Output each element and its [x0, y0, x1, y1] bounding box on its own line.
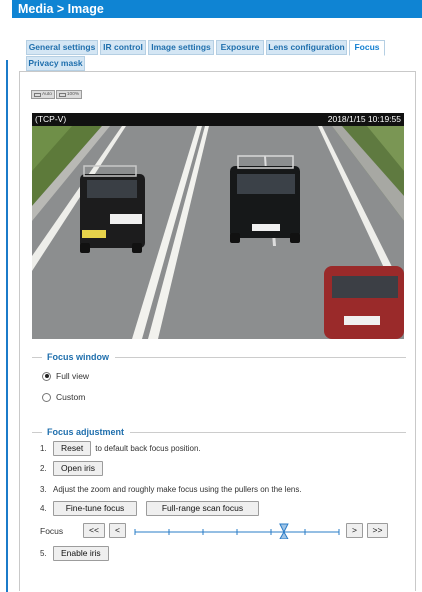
tab-general-settings[interactable]: General settings	[26, 40, 98, 55]
focus-row: Focus << <	[40, 523, 126, 538]
full-view-radio[interactable]	[42, 371, 51, 381]
step-2: 2. Open iris	[40, 461, 104, 476]
open-iris-button[interactable]: Open iris	[53, 461, 104, 476]
focus-adjustment-legend: Focus adjustment	[47, 427, 125, 437]
custom-radio[interactable]	[42, 392, 51, 402]
focus-slider[interactable]	[134, 523, 340, 540]
left-accent-rule	[6, 60, 8, 592]
actual-size-icon	[58, 92, 66, 97]
video-timestamp: 2018/1/15 10:19:55	[327, 114, 401, 124]
step-number: 1.	[40, 444, 47, 453]
tab-lens-configuration[interactable]: Lens configuration	[266, 40, 347, 55]
custom-label: Custom	[56, 392, 86, 402]
focus-right-button[interactable]: >	[346, 523, 363, 538]
tab-exposure[interactable]: Exposure	[216, 40, 264, 55]
step-number: 3.	[40, 485, 47, 494]
enable-iris-button[interactable]: Enable iris	[53, 546, 109, 561]
zoom-100-button[interactable]: 100%	[55, 90, 83, 99]
page-title: Media > Image	[12, 0, 422, 18]
reset-description: to default back focus position.	[95, 444, 201, 453]
focus-slider-track[interactable]	[134, 523, 340, 540]
focus-far-left-button[interactable]: <<	[83, 523, 105, 538]
focus-left-button[interactable]: <	[109, 523, 126, 538]
stream-label: (TCP-V)	[35, 114, 67, 124]
step-number: 4.	[40, 504, 47, 513]
video-caption-bar: (TCP-V) 2018/1/15 10:19:55	[32, 113, 404, 126]
tab-focus[interactable]: Focus	[349, 40, 385, 56]
focus-label: Focus	[40, 525, 64, 536]
live-video-view[interactable]: (TCP-V) 2018/1/15 10:19:55	[32, 113, 404, 339]
zoom-auto-label: Auto	[42, 92, 52, 97]
full-view-label: Full view	[56, 371, 90, 381]
tab-image-settings[interactable]: Image settings	[148, 40, 214, 55]
custom-option[interactable]: Custom	[42, 392, 85, 402]
zoom-100-label: 100%	[66, 92, 80, 97]
focus-window-legend: Focus window	[47, 352, 109, 362]
step-number: 5.	[40, 549, 47, 558]
fine-tune-focus-button[interactable]: Fine-tune focus	[53, 501, 137, 516]
tab-ir-control[interactable]: IR control	[100, 40, 146, 55]
legend-rule-right	[130, 431, 406, 433]
legend-rule-right	[115, 356, 406, 358]
tab-privacy-mask[interactable]: Privacy mask	[26, 56, 85, 71]
legend-rule-left	[32, 431, 42, 433]
focus-window-fieldset: Focus window	[32, 352, 406, 362]
step-3: 3. Adjust the zoom and roughly make focu…	[40, 485, 302, 494]
reset-button[interactable]: Reset	[53, 441, 92, 456]
zoom-auto-button[interactable]: Auto	[31, 90, 55, 99]
zoom-controls: Auto 100%	[31, 90, 83, 99]
full-view-option[interactable]: Full view	[42, 371, 89, 381]
step-number: 2.	[40, 464, 47, 473]
step-3-text: Adjust the zoom and roughly make focus u…	[53, 485, 302, 494]
focus-far-right-button[interactable]: >>	[367, 523, 388, 538]
step-5: 5. Enable iris	[40, 546, 109, 561]
step-1: 1. Reset to default back focus position.	[40, 441, 201, 456]
fit-window-icon	[34, 92, 41, 97]
full-range-scan-focus-button[interactable]: Full-range scan focus	[146, 501, 259, 516]
focus-adjustment-fieldset: Focus adjustment	[32, 427, 406, 437]
legend-rule-left	[32, 356, 42, 358]
camera-frame	[32, 126, 404, 339]
focus-right-controls: > >>	[346, 523, 388, 538]
step-4: 4. Fine-tune focus Full-range scan focus	[40, 501, 259, 516]
